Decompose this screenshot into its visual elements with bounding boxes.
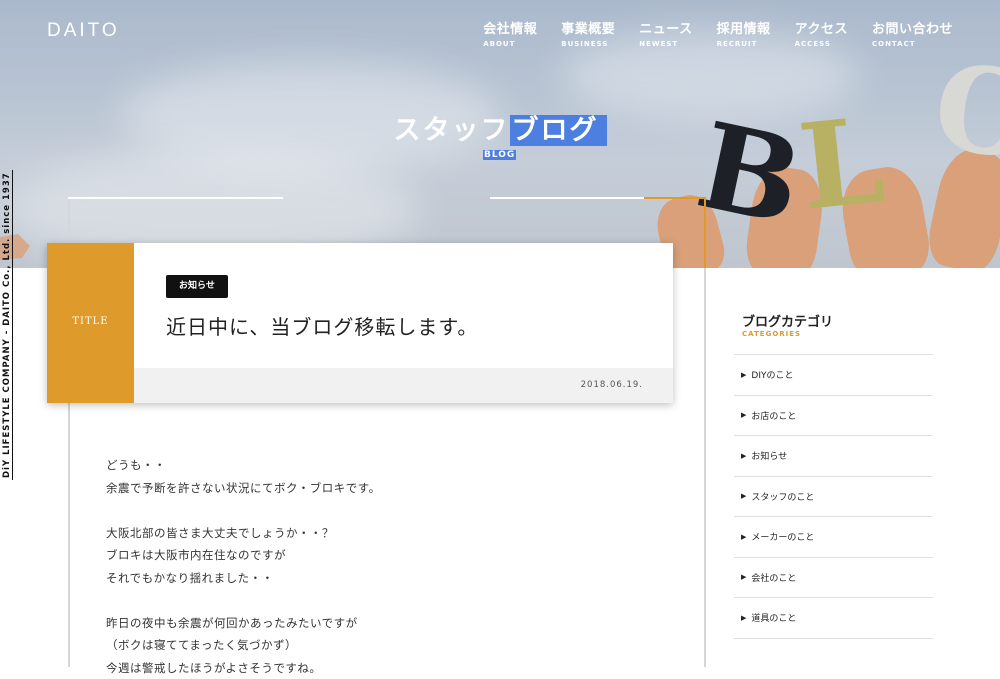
category-item-tools[interactable]: ▶ 道具のこと: [734, 598, 933, 639]
triangle-right-icon: ▶: [741, 411, 746, 419]
body-line: 大阪北部の皆さま大丈夫でしょうか・・？: [106, 522, 666, 545]
nav-contact[interactable]: お問い合わせ CONTACT: [872, 18, 953, 48]
triangle-right-icon: ▶: [741, 492, 746, 500]
page-title-highlight: ブログ: [510, 115, 607, 146]
sidebar-subtitle: CATEGORIES: [742, 330, 801, 338]
body-spacer: [106, 499, 666, 522]
triangle-right-icon: ▶: [741, 371, 746, 379]
body-line: 昨日の夜中も余震が何回かあったみたいですが: [106, 612, 666, 635]
triangle-right-icon: ▶: [741, 614, 746, 622]
triangle-right-icon: ▶: [741, 573, 746, 581]
category-item-shop[interactable]: ▶ お店のこと: [734, 396, 933, 437]
category-item-diy[interactable]: ▶ DIYのこと: [734, 355, 933, 396]
body-line: それでもかなり揺れました・・: [106, 567, 666, 590]
page-title: スタッフブログ: [0, 108, 1000, 147]
company-tagline: DiY LIFESTYLE COMPANY - DAITO Co., Ltd. …: [2, 170, 13, 480]
category-label: メーカーのこと: [751, 530, 814, 543]
frame-line-top: [490, 197, 645, 199]
category-label: DIYのこと: [751, 368, 793, 381]
nav-label: ニュース: [639, 18, 692, 37]
main-nav: 会社情報 ABOUT 事業概要 BUSINESS ニュース NEWEST 採用情…: [483, 18, 953, 48]
nav-sublabel: BUSINESS: [561, 40, 615, 48]
nav-recruit[interactable]: 採用情報 RECRUIT: [717, 18, 771, 48]
frame-line-top: [68, 197, 283, 199]
nav-news[interactable]: ニュース NEWEST: [639, 18, 692, 48]
nav-label: 会社情報: [483, 18, 537, 37]
nav-access[interactable]: アクセス ACCESS: [795, 18, 848, 48]
page-title-text: スタッフ: [394, 115, 510, 146]
title-label: TITLE: [47, 316, 134, 327]
hero-banner: B L O DAITO 会社情報 ABOUT 事業概要 BUSINESS ニュー…: [0, 0, 1000, 268]
nav-label: 採用情報: [717, 18, 771, 37]
site-logo[interactable]: DAITO: [47, 20, 120, 42]
category-badge[interactable]: お知らせ: [166, 275, 228, 298]
category-item-staff[interactable]: ▶ スタッフのこと: [734, 477, 933, 518]
nav-label: アクセス: [795, 18, 848, 37]
frame-accent-line: [704, 197, 706, 268]
category-list: ▶ DIYのこと ▶ お店のこと ▶ お知らせ ▶ スタッフのこと ▶ メーカーのこと ▶…: [734, 354, 933, 639]
body-spacer: [106, 589, 666, 612]
category-item-maker[interactable]: ▶ メーカーのこと: [734, 517, 933, 558]
nav-sublabel: NEWEST: [639, 40, 692, 48]
nav-label: お問い合わせ: [872, 18, 953, 37]
nav-business[interactable]: 事業概要 BUSINESS: [561, 18, 615, 48]
triangle-right-icon: ▶: [741, 533, 746, 541]
sidebar-title: ブログカテゴリ: [742, 311, 833, 330]
post-date: 2018.06.19.: [581, 380, 643, 390]
body-line: ブロキは大阪市内在住なのですが: [106, 544, 666, 567]
body-line: （ボクは寝ててまったく気づかず）: [106, 634, 666, 657]
nav-sublabel: ACCESS: [795, 40, 848, 48]
post-body: どうも・・ 余震で予断を許さない状況にてボク・ブロキです。 大阪北部の皆さま大丈…: [106, 454, 666, 679]
body-line: 今週は警戒したほうがよさそうですね。: [106, 657, 666, 679]
title-label-box: TITLE: [47, 243, 134, 403]
body-line: どうも・・: [106, 454, 666, 477]
category-label: 会社のこと: [751, 571, 796, 584]
post-header-card: TITLE お知らせ 近日中に、当ブログ移転します。 2018.06.19.: [47, 243, 673, 403]
page-subtitle: BLOG: [483, 150, 516, 160]
category-item-news[interactable]: ▶ お知らせ: [734, 436, 933, 477]
nav-about[interactable]: 会社情報 ABOUT: [483, 18, 537, 48]
nav-label: 事業概要: [561, 18, 615, 37]
nav-sublabel: ABOUT: [483, 40, 537, 48]
post-title: 近日中に、当ブログ移転します。: [166, 311, 478, 340]
post-meta-bar: 2018.06.19.: [134, 368, 673, 403]
category-label: 道具のこと: [751, 611, 796, 624]
frame-accent-line: [644, 197, 706, 199]
triangle-right-icon: ▶: [741, 452, 746, 460]
category-label: スタッフのこと: [751, 490, 814, 503]
category-item-company[interactable]: ▶ 会社のこと: [734, 558, 933, 599]
nav-sublabel: CONTACT: [872, 40, 953, 48]
body-line: 余震で予断を許さない状況にてボク・ブロキです。: [106, 477, 666, 500]
category-label: お店のこと: [751, 409, 796, 422]
category-label: お知らせ: [751, 449, 787, 462]
nav-sublabel: RECRUIT: [717, 40, 771, 48]
